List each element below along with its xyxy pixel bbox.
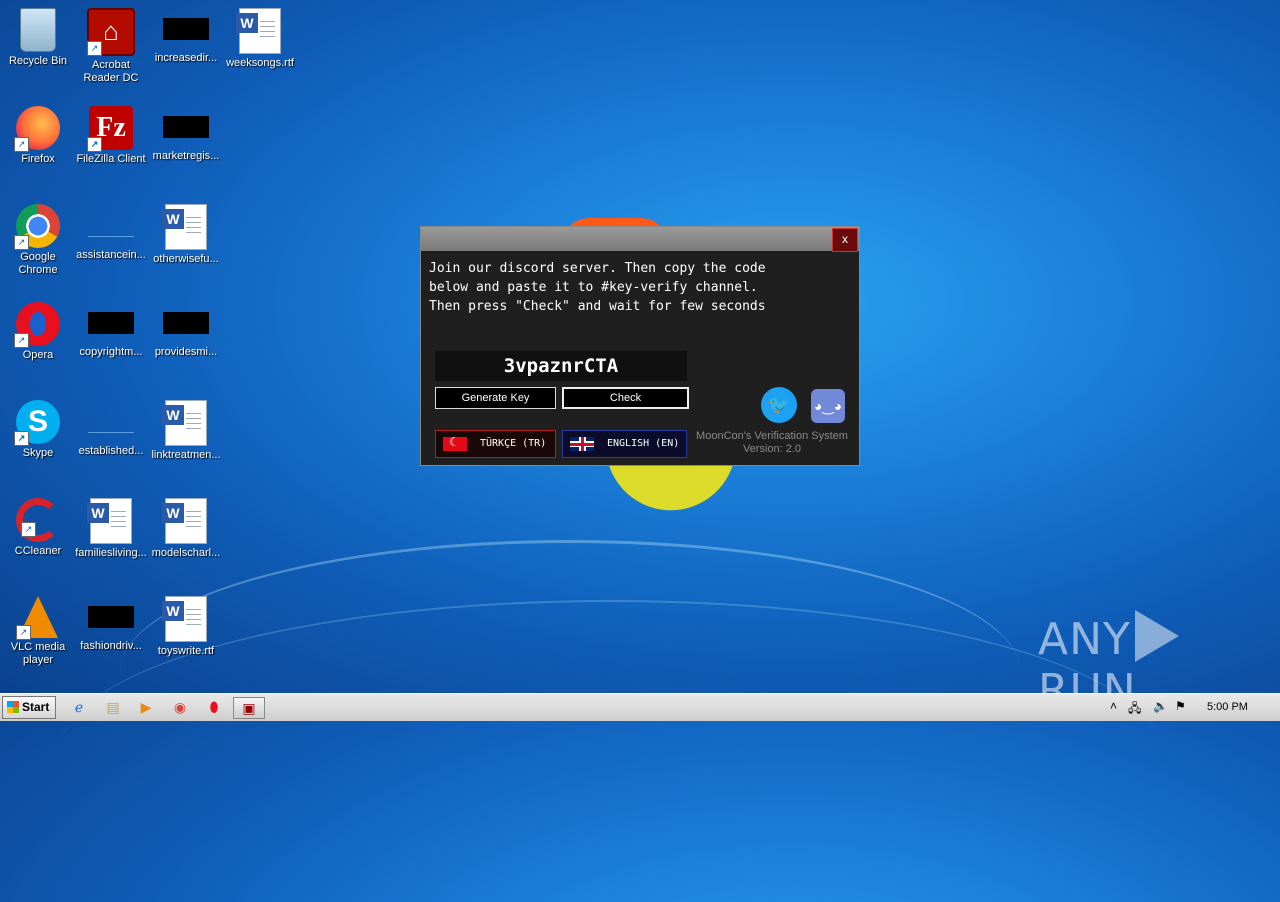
uk-flag-icon <box>570 437 594 451</box>
show-hidden-icons-icon[interactable]: ˄ <box>1110 699 1117 713</box>
action-center-flag-icon[interactable]: ⚑ <box>1175 699 1186 713</box>
file-explorer-icon[interactable]: ▤ <box>102 697 124 717</box>
desktop-icon-file[interactable]: providesmi... <box>148 302 224 359</box>
version-info: MoonCon's Verification System Version: 2… <box>687 430 857 456</box>
desktop-icon-word-doc[interactable]: familiesliving... <box>73 498 149 560</box>
desktop-icon-word-doc[interactable]: modelscharl... <box>148 498 224 560</box>
file-icon <box>163 116 209 138</box>
desktop-icon-file[interactable]: increasedir... <box>148 8 224 65</box>
word-document-icon <box>162 204 207 250</box>
file-icon <box>163 18 209 40</box>
desktop-icon-file[interactable]: established... <box>73 400 149 458</box>
desktop-icon-file[interactable]: marketregis... <box>148 106 224 163</box>
running-app-icon[interactable]: ▣ <box>233 697 265 719</box>
file-icon <box>163 312 209 334</box>
vlc-cone-icon: ↗ <box>16 596 58 640</box>
skype-icon: S ↗ <box>14 400 60 446</box>
chrome-icon: ↗ <box>14 204 60 250</box>
language-english-button[interactable]: ENGLISH (EN) <box>562 430 687 458</box>
network-icon[interactable]: 🖧 <box>1128 699 1141 720</box>
file-icon <box>88 606 134 628</box>
opera-taskbar-icon[interactable]: ⬮ <box>203 697 225 717</box>
word-document-icon <box>162 596 207 642</box>
ccleaner-icon: ↗ <box>16 498 60 542</box>
desktop-icon-ccleaner[interactable]: ↗ CCleaner <box>0 498 76 558</box>
turkey-flag-icon <box>443 435 467 451</box>
clock[interactable]: 5:00 PM <box>1207 701 1248 713</box>
desktop-icon-file[interactable]: copyrightm... <box>73 302 149 359</box>
opera-icon: ↗ <box>14 302 60 348</box>
version-label: Version: 2.0 <box>742 443 802 455</box>
desktop-icon-file[interactable]: fashiondriv... <box>73 596 149 653</box>
desktop-icon-file[interactable]: assistancein... <box>73 204 149 262</box>
start-button[interactable]: Start <box>2 696 56 719</box>
desktop-icon-chrome[interactable]: ↗ Google Chrome <box>0 204 76 277</box>
close-button[interactable]: x <box>832 228 858 252</box>
volume-icon[interactable]: 🔈 <box>1153 699 1168 713</box>
word-document-icon <box>162 400 207 446</box>
system-name: MoonCon's Verification System <box>696 430 848 442</box>
verification-dialog: x Join our discord server. Then copy the… <box>420 226 860 466</box>
verification-code: 3vpaznrCTA <box>435 351 687 381</box>
instructions-text: Join our discord server. Then copy the c… <box>429 261 766 314</box>
desktop-icon-word-doc[interactable]: weeksongs.rtf <box>222 8 298 70</box>
word-document-icon <box>162 498 207 544</box>
discord-icon[interactable]: ◕‿◕ <box>811 389 845 423</box>
word-document-icon <box>87 498 132 544</box>
internet-explorer-icon[interactable]: ℯ <box>68 697 90 717</box>
windows-logo-icon <box>7 701 19 713</box>
media-player-icon[interactable]: ▶ <box>135 697 157 717</box>
generate-key-button[interactable]: Generate Key <box>435 387 556 409</box>
desktop-icon-acrobat[interactable]: ⌂ ↗ Acrobat Reader DC <box>73 8 149 85</box>
wallpaper-swoosh <box>60 600 1160 902</box>
desktop-icon-word-doc[interactable]: otherwisefu... <box>148 204 224 266</box>
desktop-icon-vlc[interactable]: ↗ VLC media player <box>0 596 76 667</box>
desktop-icon-skype[interactable]: S ↗ Skype <box>0 400 76 460</box>
desktop-icon-opera[interactable]: ↗ Opera <box>0 302 76 362</box>
desktop-icon-filezilla[interactable]: Fz ↗ FileZilla Client <box>73 106 149 166</box>
check-button[interactable]: Check <box>562 387 689 409</box>
chrome-taskbar-icon[interactable]: ◉ <box>169 697 191 717</box>
desktop-icon-recycle-bin[interactable]: Recycle Bin <box>0 8 76 68</box>
firefox-icon: ↗ <box>14 106 60 152</box>
language-label: ENGLISH (EN) <box>607 438 680 449</box>
taskbar: Start ℯ ▤ ▶ ◉ ⬮ ▣ ˄ 🖧 🔈 ⚑ 5:00 PM <box>0 693 1280 721</box>
wallpaper-swoosh <box>120 540 1020 803</box>
acrobat-icon: ⌂ ↗ <box>87 8 135 56</box>
filezilla-icon: Fz ↗ <box>87 106 133 152</box>
play-icon <box>1134 610 1179 662</box>
recycle-bin-icon <box>20 8 56 52</box>
desktop-icon-firefox[interactable]: ↗ Firefox <box>0 106 76 166</box>
desktop-icon-word-doc[interactable]: linktreatmen... <box>148 400 224 462</box>
desktop-icon-word-doc[interactable]: toyswrite.rtf <box>148 596 224 658</box>
file-icon <box>88 410 134 433</box>
twitter-icon[interactable]: 🐦 <box>761 387 797 423</box>
language-turkish-button[interactable]: TÜRKÇE (TR) <box>435 430 556 458</box>
file-icon <box>88 214 134 237</box>
word-document-icon <box>236 8 281 54</box>
language-label: TÜRKÇE (TR) <box>480 438 547 449</box>
file-icon <box>88 312 134 334</box>
dialog-titlebar[interactable]: x <box>421 227 859 252</box>
